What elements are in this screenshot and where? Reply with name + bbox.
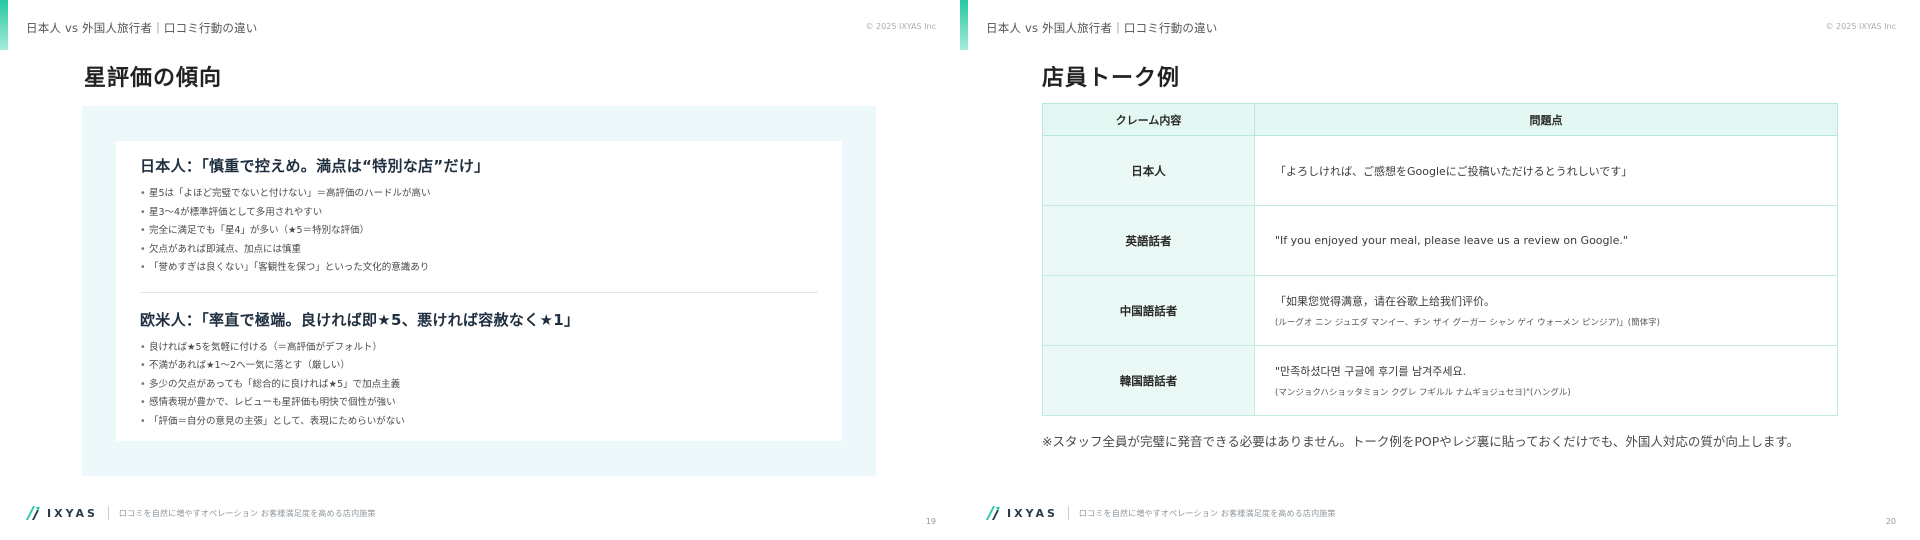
copyright: © 2025 IXYAS Inc bbox=[1825, 22, 1896, 31]
list-item: 「誉めすぎは良くない」「客観性を保つ」といった文化的意識あり bbox=[140, 259, 818, 278]
list-item: 不満があれば★1〜2へ一気に落とす（厳しい） bbox=[140, 357, 818, 376]
slide-title: 星評価の傾向 bbox=[84, 66, 223, 91]
list-item: 星5は「よほど完璧でないと付けない」＝高評価のハードルが高い bbox=[140, 185, 818, 204]
slide-staff-talk: 日本人 vs 外国人旅行者｜口コミ行動の違い © 2025 IXYAS Inc … bbox=[960, 0, 1920, 540]
talk-line: "If you enjoyed your meal, please leave … bbox=[1275, 234, 1628, 247]
logo: IXYAS bbox=[984, 504, 1058, 522]
footer-text: 口コミを自然に増やすオペレーション お客様満足度を高める店内施策 bbox=[1078, 508, 1336, 518]
logo-text: IXYAS bbox=[1007, 506, 1058, 520]
row-body: "If you enjoyed your meal, please leave … bbox=[1254, 205, 1838, 276]
row-label: 中国語話者 bbox=[1042, 275, 1255, 346]
row-body: 「よろしければ、ご感想をGoogleにご投稿いただけるとうれしいです」 bbox=[1254, 135, 1838, 206]
table-row: 日本人 「よろしければ、ご感想をGoogleにご投稿いただけるとうれしいです」 bbox=[1042, 135, 1838, 206]
table-header-row: クレーム内容 問題点 bbox=[1042, 103, 1838, 136]
logo: IXYAS bbox=[24, 504, 98, 522]
footer: IXYAS 口コミを自然に増やすオペレーション お客様満足度を高める店内施策 bbox=[984, 504, 1336, 522]
column-header-claim: クレーム内容 bbox=[1042, 103, 1255, 136]
divider bbox=[140, 291, 818, 293]
card-heading-japanese: 日本人：「慎重で控えめ。満点は“特別な店”だけ」 bbox=[140, 157, 490, 175]
talk-line: "만족하셨다면 구글에 후기를 남겨주세요. bbox=[1275, 365, 1467, 378]
list-item: 欠点があれば即減点、加点には慎重 bbox=[140, 241, 818, 260]
pronunciation-line: (ルーグオ ニン ジュエダ マンイー、チン ザイ グーガー シャン ゲイ ウォー… bbox=[1275, 318, 1660, 328]
page-number: 19 bbox=[925, 517, 936, 526]
slide-star-rating: 日本人 vs 外国人旅行者｜口コミ行動の違い © 2025 IXYAS Inc … bbox=[0, 0, 960, 540]
footer-divider bbox=[107, 506, 109, 520]
talk-example-table: クレーム内容 問題点 日本人 「よろしければ、ご感想をGoogleにご投稿いただ… bbox=[1042, 103, 1838, 416]
page-number: 20 bbox=[1885, 517, 1896, 526]
column-header-issue: 問題点 bbox=[1254, 103, 1838, 136]
list-item: 多少の欠点があっても「総合的に良ければ★5」で加点主義 bbox=[140, 376, 818, 395]
comparison-card: 日本人：「慎重で控えめ。満点は“特別な店”だけ」 星5は「よほど完璧でないと付け… bbox=[116, 141, 842, 441]
list-item: 「評価＝自分の意見の主張」として、表現にためらいがない bbox=[140, 413, 818, 432]
accent-bar bbox=[0, 0, 8, 50]
footer-text: 口コミを自然に増やすオペレーション お客様満足度を高める店内施策 bbox=[118, 508, 376, 518]
copyright: © 2025 IXYAS Inc bbox=[865, 22, 936, 31]
row-label: 日本人 bbox=[1042, 135, 1255, 206]
ixyas-logo-icon bbox=[26, 506, 40, 520]
content-panel: 日本人：「慎重で控えめ。満点は“特別な店”だけ」 星5は「よほど完璧でないと付け… bbox=[82, 106, 876, 476]
footnote: ※スタッフ全員が完璧に発音できる必要はありません。トーク例をPOPやレジ裏に貼っ… bbox=[1042, 434, 1800, 449]
row-body: "만족하셨다면 구글에 후기를 남겨주세요. (マンジョクハショッタミョン クグ… bbox=[1254, 345, 1838, 416]
table-row: 中国語話者 「如果您觉得满意，请在谷歌上给我们评价。 (ルーグオ ニン ジュエダ… bbox=[1042, 275, 1838, 346]
logo-text: IXYAS bbox=[47, 506, 98, 520]
row-label: 英語話者 bbox=[1042, 205, 1255, 276]
footer: IXYAS 口コミを自然に増やすオペレーション お客様満足度を高める店内施策 bbox=[24, 504, 376, 522]
table-row: 韓国語話者 "만족하셨다면 구글에 후기를 남겨주세요. (マンジョクハショッタ… bbox=[1042, 345, 1838, 416]
row-body: 「如果您觉得满意，请在谷歌上给我们评价。 (ルーグオ ニン ジュエダ マンイー、… bbox=[1254, 275, 1838, 346]
slide-title: 店員トーク例 bbox=[1042, 66, 1181, 91]
list-item: 完全に満足でも「星4」が多い（★5＝特別な評価） bbox=[140, 222, 818, 241]
ixyas-logo-icon bbox=[986, 506, 1000, 520]
table-row: 英語話者 "If you enjoyed your meal, please l… bbox=[1042, 205, 1838, 276]
list-item: 星3〜4が標準評価として多用されやすい bbox=[140, 204, 818, 223]
accent-bar bbox=[960, 0, 968, 50]
list-item: 良ければ★5を気軽に付ける（＝高評価がデフォルト） bbox=[140, 339, 818, 358]
bullet-list-japanese: 星5は「よほど完璧でないと付けない」＝高評価のハードルが高い 星3〜4が標準評価… bbox=[140, 185, 818, 278]
talk-line: 「如果您觉得满意，请在谷歌上给我们评价。 bbox=[1275, 295, 1495, 308]
talk-line: 「よろしければ、ご感想をGoogleにご投稿いただけるとうれしいです」 bbox=[1275, 164, 1633, 178]
row-label: 韓国語話者 bbox=[1042, 345, 1255, 416]
bullet-list-western: 良ければ★5を気軽に付ける（＝高評価がデフォルト） 不満があれば★1〜2へ一気に… bbox=[140, 339, 818, 432]
header-title: 日本人 vs 外国人旅行者｜口コミ行動の違い bbox=[26, 21, 258, 35]
list-item: 感情表現が豊かで、レビューも星評価も明快で個性が強い bbox=[140, 394, 818, 413]
footer-divider bbox=[1067, 506, 1069, 520]
pronunciation-line: (マンジョクハショッタミョン クグレ フギルル ナムギョジュセヨ)"(ハングル) bbox=[1275, 388, 1571, 398]
card-heading-western: 欧米人：「率直で極端。良ければ即★5、悪ければ容赦なく★1」 bbox=[140, 310, 580, 329]
header-title: 日本人 vs 外国人旅行者｜口コミ行動の違い bbox=[986, 21, 1218, 35]
